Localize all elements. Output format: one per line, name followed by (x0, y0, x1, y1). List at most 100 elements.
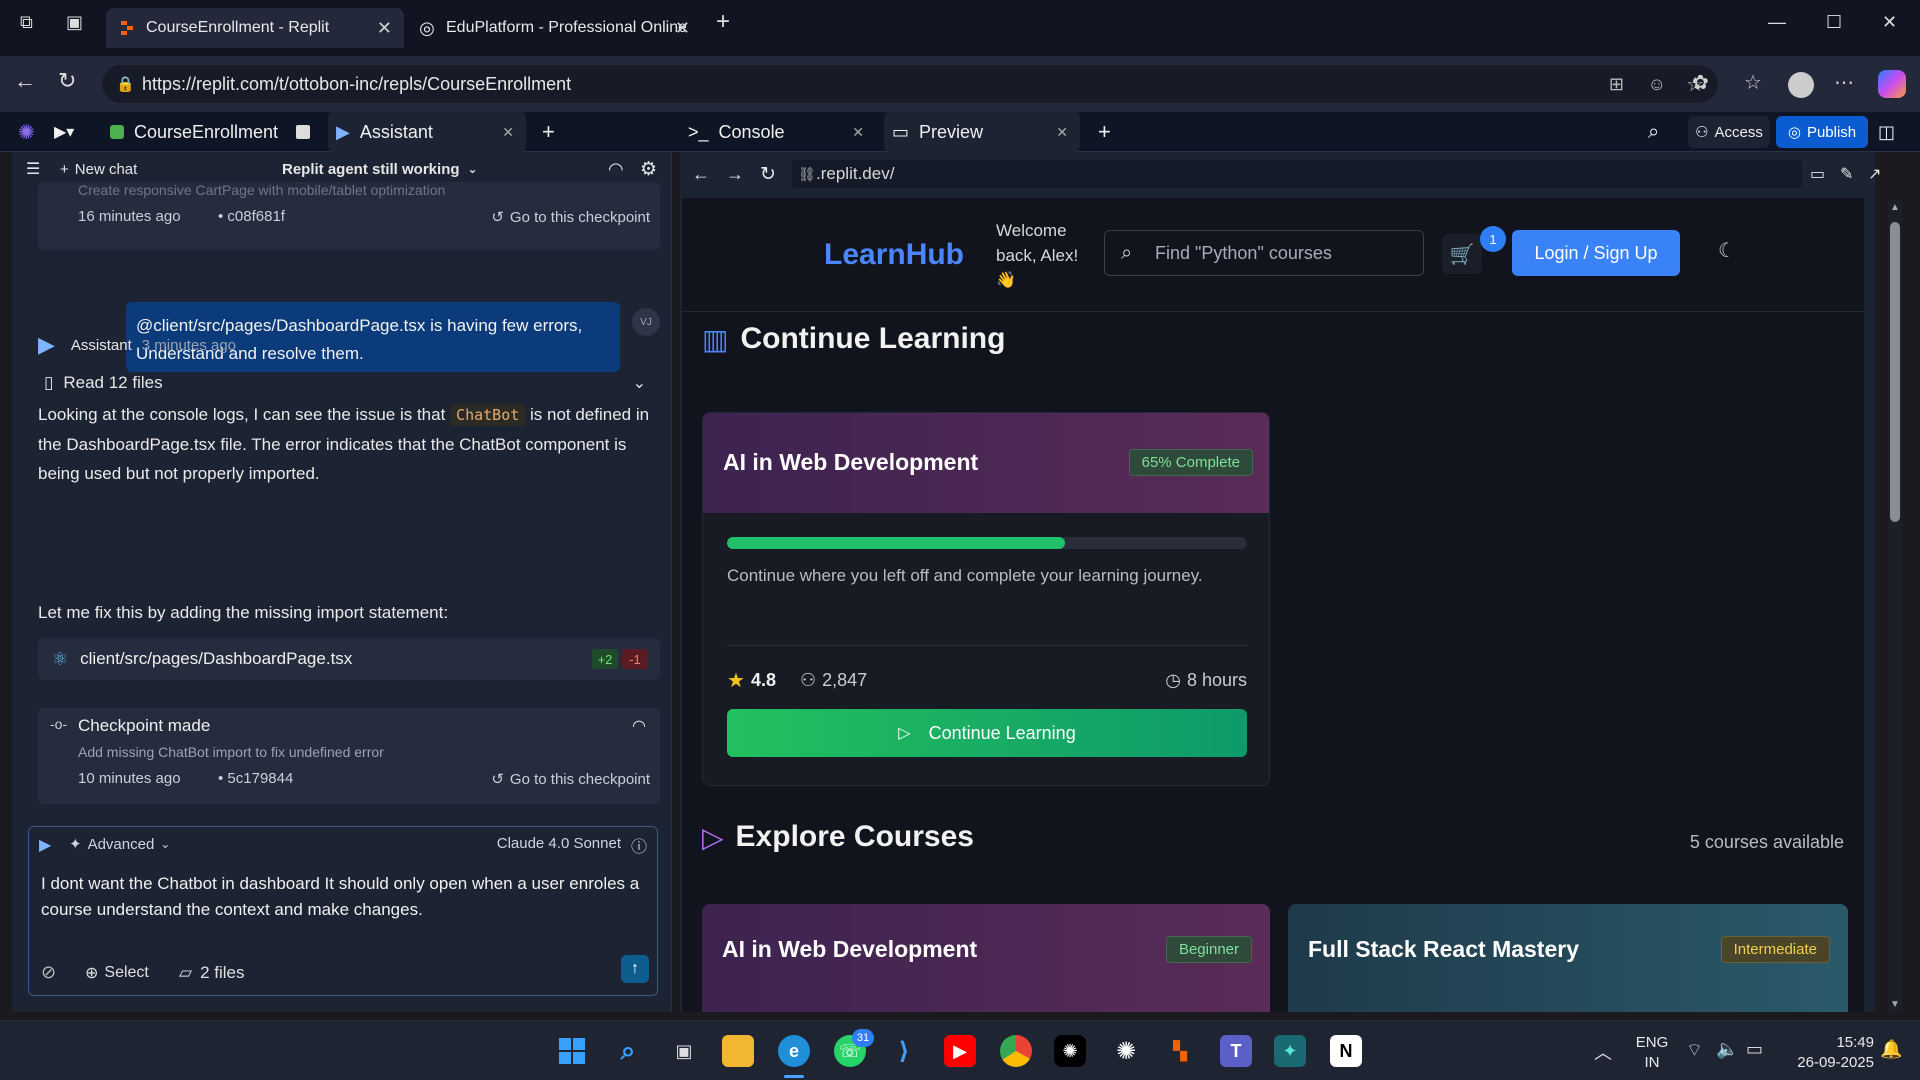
project-name[interactable]: CourseEnrollment (110, 112, 278, 152)
browser-tab-eduplatform[interactable]: ◎ EduPlatform - Professional Online ✕ (406, 8, 702, 48)
clock[interactable]: 15:49 26-09-2025 (1782, 1033, 1874, 1073)
profile-avatar[interactable] (1788, 72, 1814, 98)
reader-icon[interactable]: ☺ (1648, 74, 1666, 95)
replit-icon[interactable]: ▚ (1164, 1035, 1196, 1067)
new-tab-icon[interactable]: + (716, 8, 730, 36)
read-files-row[interactable]: ▯ Read 12 files ⌄ (44, 368, 658, 398)
language-indicator[interactable]: ENG IN (1628, 1033, 1676, 1073)
chevron-up-icon[interactable]: ︿ (1594, 1039, 1612, 1065)
publish-button[interactable]: ◎ Publish (1776, 116, 1868, 148)
task-view-icon[interactable]: ▣ (668, 1035, 700, 1067)
explore-course-card[interactable]: AI in Web Development Beginner (702, 904, 1270, 1012)
speed-icon[interactable]: ◠ (632, 716, 646, 736)
preview-url-input[interactable]: ⛓ .replit.dev/ (792, 160, 1802, 188)
stop-icon[interactable] (296, 112, 310, 152)
site-logo[interactable]: LearnHub (824, 238, 964, 272)
checkpoint-desc: Add missing ChatBot import to fix undefi… (78, 744, 384, 760)
assistant-name: Assistant (70, 336, 132, 354)
edge-browser-icon[interactable]: e (778, 1035, 810, 1067)
search-icon[interactable]: ⌕ (1648, 112, 1659, 152)
open-external-icon[interactable]: ↗ (1868, 164, 1881, 184)
preview-scrollbar[interactable]: ▲ ▼ (1888, 200, 1902, 1012)
cart-button[interactable]: 🛒 (1442, 234, 1482, 274)
volume-icon[interactable]: 🔈 (1716, 1039, 1738, 1060)
url-input[interactable]: 🔒 https://replit.com/t/ottobon-inc/repls… (102, 65, 1718, 103)
extensions-icon[interactable]: ✿ (1692, 70, 1709, 95)
search-icon[interactable]: ⌕ (612, 1035, 644, 1067)
wrench-icon[interactable]: ✎ (1840, 164, 1853, 184)
chrome-icon[interactable] (1000, 1035, 1032, 1067)
goto-checkpoint-link[interactable]: ↺ Go to this checkpoint (491, 770, 650, 789)
moon-icon[interactable]: ☾ (1718, 238, 1736, 263)
app-icon[interactable]: ✦ (1274, 1035, 1306, 1067)
file-change-card[interactable]: ⚛ client/src/pages/DashboardPage.tsx +2 … (38, 638, 660, 680)
more-icon[interactable]: ⋯ (1834, 70, 1854, 95)
forward-icon[interactable]: → (726, 164, 744, 185)
tab-actions-icon[interactable]: ▣ (66, 12, 83, 33)
replit-logo-icon[interactable]: ✺ (18, 112, 35, 152)
back-icon[interactable]: ← (692, 164, 710, 185)
browser-tab-replit[interactable]: CourseEnrollment - Replit ✕ (106, 8, 404, 48)
speed-icon[interactable]: ◠ (608, 159, 624, 180)
vscode-icon[interactable]: ⟩ (888, 1035, 920, 1067)
history-list-icon[interactable]: ☰ (26, 159, 40, 179)
new-pane-tab-icon[interactable]: + (1098, 112, 1111, 152)
preview-icon: ▭ (892, 121, 910, 142)
copilot-icon[interactable] (1878, 70, 1906, 98)
teams-icon[interactable]: T (1220, 1035, 1252, 1067)
mode-dropdown[interactable]: ✦ Advanced ⌄ (69, 835, 170, 854)
wifi-icon[interactable]: ⌔ (1686, 1039, 1703, 1062)
tab-console[interactable]: >_ Console ✕ (688, 112, 872, 152)
scroll-down-icon[interactable]: ▼ (1890, 999, 1900, 1010)
scroll-up-icon[interactable]: ▲ (1890, 202, 1900, 213)
goto-checkpoint-link[interactable]: ↺ Go to this checkpoint (491, 208, 650, 227)
explore-course-card[interactable]: Full Stack React Mastery Intermediate (1288, 904, 1848, 1012)
notification-bell-icon[interactable]: 🔔 (1880, 1039, 1902, 1060)
close-tab-icon[interactable]: ✕ (502, 124, 514, 141)
reload-icon[interactable]: ↻ (760, 163, 776, 186)
devices-icon[interactable]: ▭ (1810, 164, 1825, 184)
reload-icon[interactable]: ↻ (58, 68, 76, 94)
layout-toggle-icon[interactable]: ◫ (1878, 112, 1895, 152)
back-icon[interactable]: ← (14, 68, 36, 94)
login-signup-button[interactable]: Login / Sign Up (1512, 230, 1680, 276)
workspaces-icon[interactable]: ⧉ (20, 12, 33, 33)
model-name[interactable]: Claude 4.0 Sonnet (497, 835, 621, 852)
assistant-icon: ▶ (336, 121, 350, 142)
checkpoint-desc: Create responsive CartPage with mobile/t… (78, 182, 446, 198)
tab-assistant[interactable]: ▶ Assistant ✕ (328, 112, 526, 152)
close-tab-icon[interactable]: ✕ (377, 18, 392, 39)
continue-learning-button[interactable]: ▷ Continue Learning (727, 709, 1247, 757)
course-title: Full Stack React Mastery (1308, 936, 1580, 962)
gear-icon[interactable]: ⚙ (640, 158, 657, 181)
app-icon[interactable]: ⊞ (1609, 74, 1624, 95)
openai-icon[interactable]: ✺ (1110, 1035, 1142, 1067)
close-tab-icon[interactable]: ✕ (852, 124, 864, 141)
agent-status[interactable]: Replit agent still working ⌄ (282, 161, 478, 178)
youtube-icon[interactable]: ▶ (944, 1035, 976, 1067)
scroll-thumb[interactable] (1890, 222, 1900, 522)
minimize-icon[interactable]: — (1768, 12, 1786, 33)
windows-start-icon[interactable] (556, 1035, 588, 1067)
new-chat-button[interactable]: + New chat (60, 161, 137, 178)
favorites-icon[interactable]: ☆ (1744, 70, 1762, 95)
select-button[interactable]: ⊕ Select (85, 963, 149, 983)
agent-menu-icon[interactable]: ▶▾ (54, 112, 74, 152)
tab-preview[interactable]: ▭ Preview ✕ (884, 112, 1080, 152)
notion-icon[interactable]: N (1330, 1035, 1362, 1067)
new-pane-tab-icon[interactable]: + (542, 112, 555, 152)
maximize-icon[interactable]: ☐ (1826, 12, 1842, 33)
close-tab-icon[interactable]: ✕ (675, 18, 690, 39)
battery-icon[interactable]: ▭ (1746, 1039, 1763, 1060)
attach-icon[interactable]: ⊘ (41, 962, 56, 983)
info-icon[interactable]: ⓘ (631, 833, 647, 857)
files-button[interactable]: ▱ 2 files (179, 963, 245, 983)
file-explorer-icon[interactable] (722, 1035, 754, 1067)
close-window-icon[interactable]: ✕ (1882, 12, 1897, 33)
access-button[interactable]: ⚇ Access (1688, 116, 1770, 148)
course-search-input[interactable]: ⌕ Find "Python" courses (1104, 230, 1424, 276)
close-tab-icon[interactable]: ✕ (1056, 124, 1068, 141)
message-input[interactable]: I dont want the Chatbot in dashboard It … (41, 871, 641, 923)
send-button[interactable]: ↑ (621, 955, 649, 983)
chatgpt-icon[interactable]: ✺ (1054, 1035, 1086, 1067)
